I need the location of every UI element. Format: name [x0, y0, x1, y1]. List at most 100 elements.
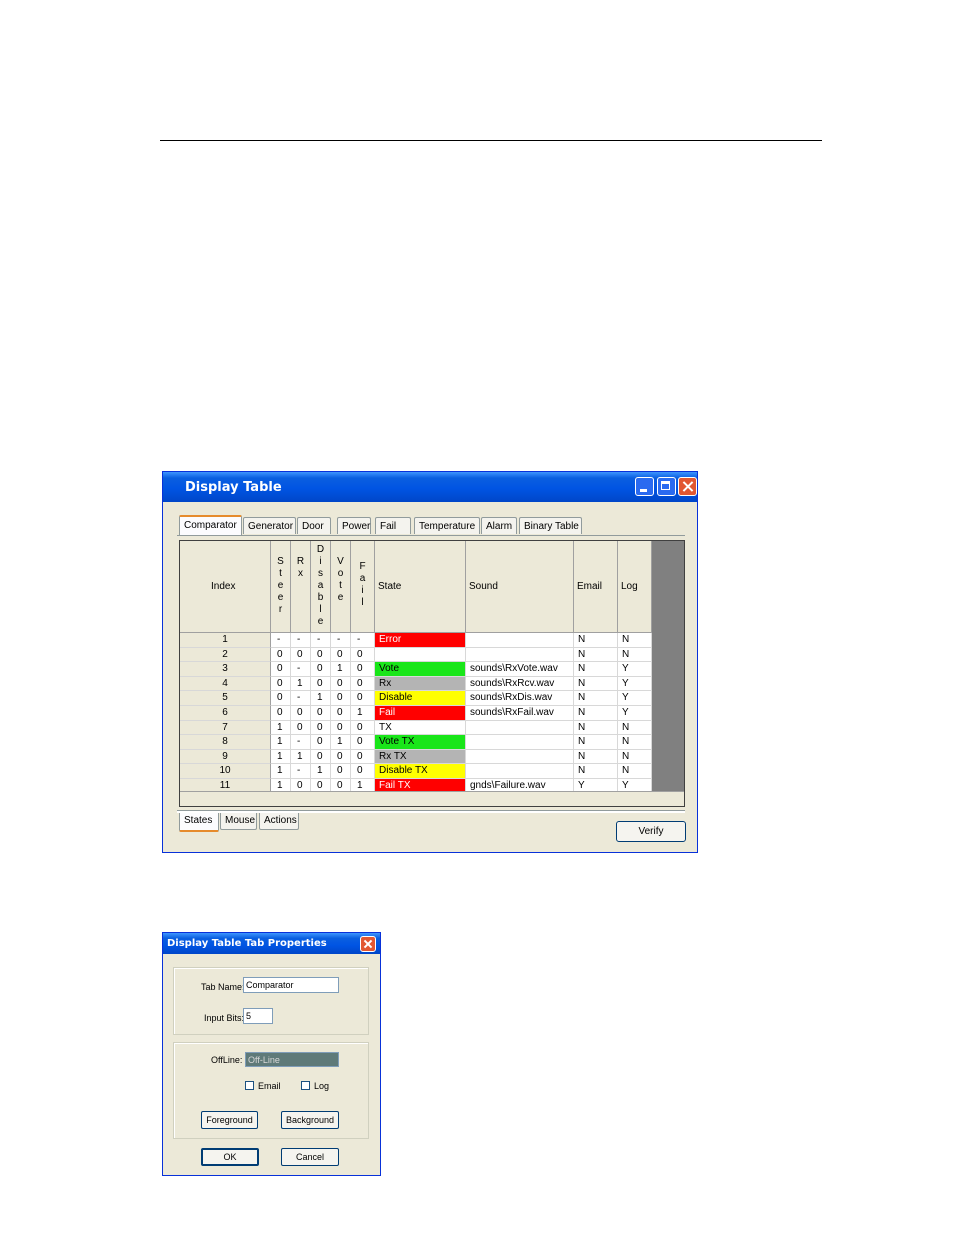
cell-vote[interactable]: 1: [331, 735, 351, 750]
cell-vote[interactable]: -: [331, 633, 351, 648]
tab-states[interactable]: States: [179, 813, 219, 832]
cell-steer[interactable]: 0: [271, 647, 291, 663]
cell-state[interactable]: Disable: [375, 691, 466, 706]
tab-fail[interactable]: Fail: [375, 517, 411, 534]
cell-disable[interactable]: 0: [311, 735, 331, 750]
cell-index[interactable]: 2: [180, 647, 271, 663]
input-bits-input[interactable]: 5: [243, 1008, 273, 1024]
cancel-button[interactable]: Cancel: [281, 1148, 339, 1166]
minimize-icon[interactable]: [635, 477, 654, 496]
cell-disable[interactable]: 1: [311, 691, 331, 706]
col-header-fail[interactable]: F a i l: [351, 541, 375, 633]
cell-email[interactable]: N: [574, 706, 618, 721]
cell-email[interactable]: N: [574, 633, 618, 648]
tab-door[interactable]: Door: [297, 517, 331, 534]
cell-state[interactable]: [375, 647, 466, 663]
cell-vote[interactable]: 1: [331, 662, 351, 677]
tab-alarm[interactable]: Alarm: [481, 517, 517, 534]
table-row[interactable]: 9 1 1 0 0 0 Rx TX N N: [180, 749, 652, 765]
cell-rx[interactable]: -: [291, 691, 311, 706]
table-row[interactable]: 4 0 1 0 0 0 Rx sounds\RxRcv.wav N Y: [180, 676, 652, 692]
tab-generator[interactable]: Generator: [243, 517, 296, 534]
cell-sound[interactable]: sounds\RxFail.wav: [466, 706, 574, 721]
cell-fail[interactable]: 0: [351, 676, 375, 692]
cell-vote[interactable]: 0: [331, 720, 351, 736]
verify-button[interactable]: Verify: [616, 821, 686, 842]
foreground-button[interactable]: Foreground: [201, 1111, 258, 1129]
cell-email[interactable]: N: [574, 720, 618, 736]
cell-disable[interactable]: 1: [311, 764, 331, 779]
cell-fail[interactable]: 0: [351, 662, 375, 677]
cell-index[interactable]: 10: [180, 764, 271, 779]
cell-fail[interactable]: 0: [351, 647, 375, 663]
cell-index[interactable]: 1: [180, 633, 271, 648]
tab-name-input[interactable]: Comparator: [243, 977, 339, 993]
cell-state[interactable]: Vote: [375, 662, 466, 677]
cell-state[interactable]: Error: [375, 633, 466, 648]
cell-fail[interactable]: 0: [351, 720, 375, 736]
cell-log[interactable]: N: [618, 764, 652, 779]
cell-vote[interactable]: 0: [331, 764, 351, 779]
cell-disable[interactable]: 0: [311, 749, 331, 765]
background-button[interactable]: Background: [281, 1111, 339, 1129]
cell-steer[interactable]: 1: [271, 764, 291, 779]
cell-index[interactable]: 6: [180, 706, 271, 721]
cell-sound[interactable]: sounds\RxVote.wav: [466, 662, 574, 677]
tab-mouse[interactable]: Mouse: [220, 813, 257, 830]
cell-sound[interactable]: sounds\RxRcv.wav: [466, 676, 574, 692]
cell-log[interactable]: N: [618, 633, 652, 648]
cell-email[interactable]: N: [574, 647, 618, 663]
table-row[interactable]: 200000NN: [180, 647, 652, 663]
cell-rx[interactable]: 1: [291, 676, 311, 692]
cell-disable[interactable]: -: [311, 633, 331, 648]
cell-disable[interactable]: 0: [311, 720, 331, 736]
cell-steer[interactable]: 0: [271, 691, 291, 706]
cell-sound[interactable]: [466, 735, 574, 750]
cell-index[interactable]: 3: [180, 662, 271, 677]
cell-rx[interactable]: 0: [291, 647, 311, 663]
cell-rx[interactable]: -: [291, 633, 311, 648]
cell-fail[interactable]: 0: [351, 691, 375, 706]
cell-log[interactable]: Y: [618, 706, 652, 721]
cell-log[interactable]: N: [618, 647, 652, 663]
cell-rx[interactable]: -: [291, 764, 311, 779]
ok-button[interactable]: OK: [201, 1148, 259, 1166]
cell-fail[interactable]: 1: [351, 706, 375, 721]
cell-fail[interactable]: 0: [351, 764, 375, 779]
cell-log[interactable]: N: [618, 735, 652, 750]
cell-sound[interactable]: [466, 764, 574, 779]
col-header-index[interactable]: Index: [180, 541, 271, 633]
cell-log[interactable]: N: [618, 749, 652, 765]
tab-comparator[interactable]: Comparator: [179, 515, 242, 535]
maximize-icon[interactable]: [657, 477, 676, 496]
cell-sound[interactable]: sounds\RxDis.wav: [466, 691, 574, 706]
cell-steer[interactable]: 0: [271, 706, 291, 721]
table-row[interactable]: 5 0-1 0 0 Disable sounds\RxDis.wav N Y: [180, 691, 652, 706]
cell-index[interactable]: 9: [180, 749, 271, 765]
cell-log[interactable]: N: [618, 720, 652, 736]
tab-temperature[interactable]: Temperature: [414, 517, 480, 534]
cell-log[interactable]: Y: [618, 691, 652, 706]
cell-vote[interactable]: 0: [331, 706, 351, 721]
col-header-log[interactable]: Log: [618, 541, 652, 633]
cell-rx[interactable]: -: [291, 662, 311, 677]
cell-sound[interactable]: [466, 720, 574, 736]
offline-color-field[interactable]: Off-Line: [245, 1052, 339, 1067]
title-bar[interactable]: Display Table: [163, 472, 697, 502]
dialog-title-bar[interactable]: Display Table Tab Properties: [163, 933, 380, 954]
horizontal-scrollbar[interactable]: [180, 791, 684, 806]
col-header-disable[interactable]: D i s a b l e: [311, 541, 331, 633]
cell-state[interactable]: Fail: [375, 706, 466, 721]
cell-index[interactable]: 4: [180, 676, 271, 692]
table-row[interactable]: 8 1-0 1 0 Vote TX N N: [180, 735, 652, 750]
cell-sound[interactable]: [466, 647, 574, 663]
cell-vote[interactable]: 0: [331, 647, 351, 663]
col-header-state[interactable]: State: [375, 541, 466, 633]
cell-steer[interactable]: 1: [271, 735, 291, 750]
cell-state[interactable]: TX: [375, 720, 466, 736]
col-header-rx[interactable]: R x: [291, 541, 311, 633]
cell-vote[interactable]: 0: [331, 691, 351, 706]
tab-binary-table[interactable]: Binary Table: [519, 517, 582, 534]
cell-rx[interactable]: 0: [291, 720, 311, 736]
cell-email[interactable]: N: [574, 662, 618, 677]
